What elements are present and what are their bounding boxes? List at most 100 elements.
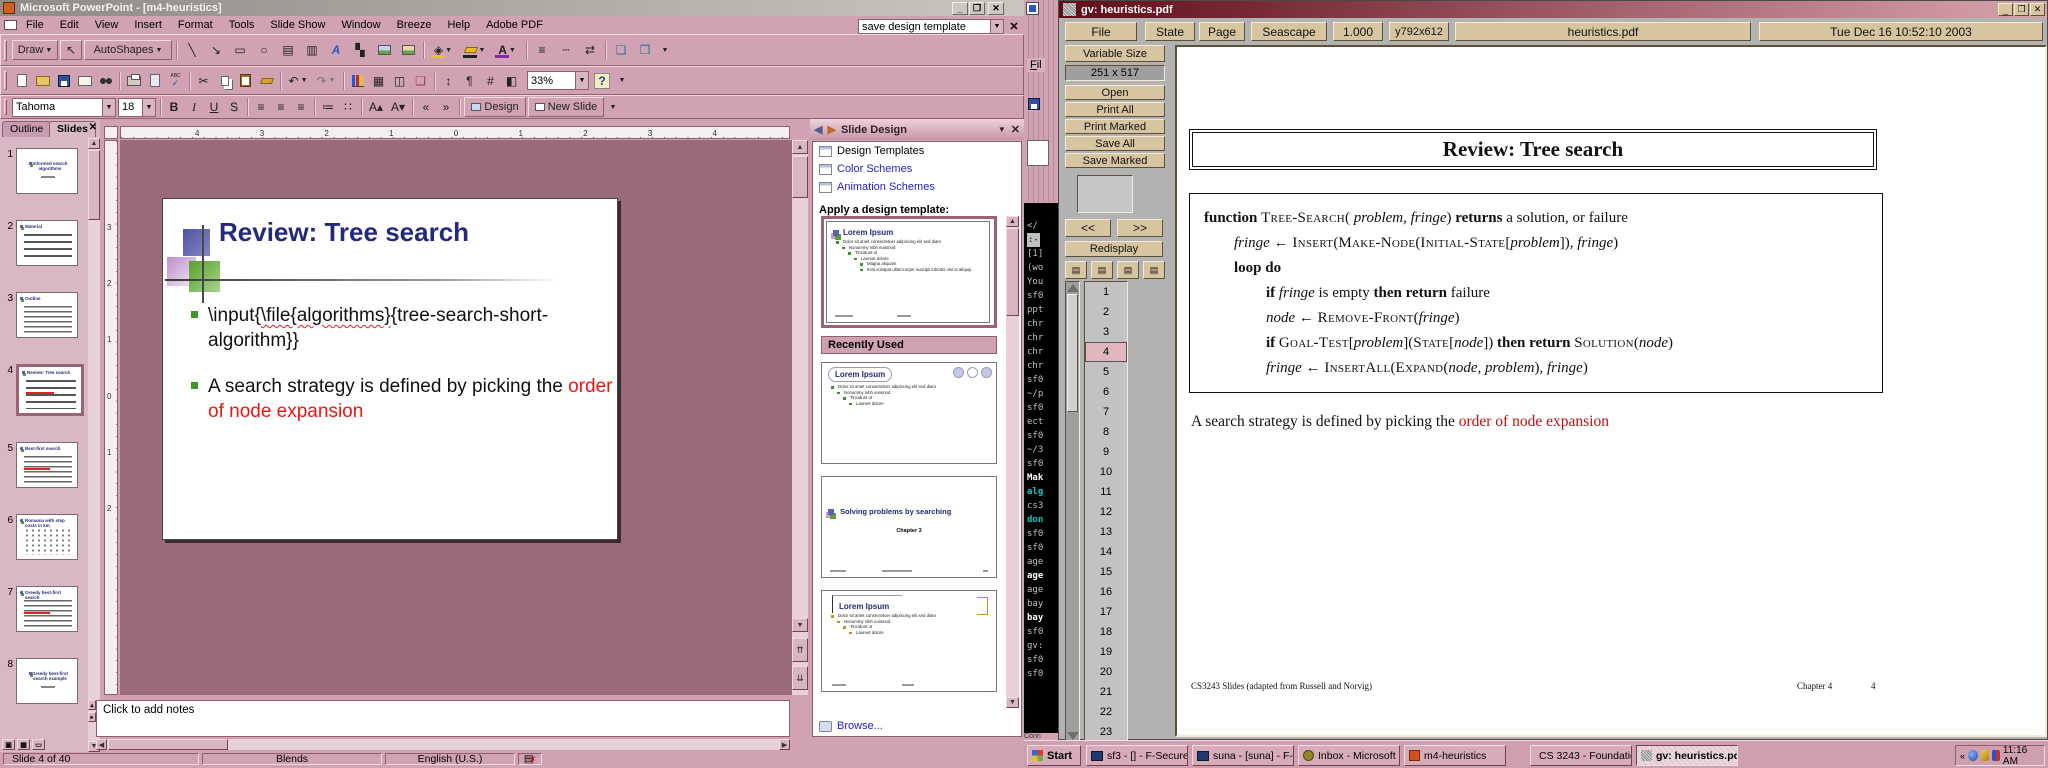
tab-outline[interactable]: Outline <box>2 121 51 137</box>
threed-style-icon[interactable]: ❒ <box>634 40 656 60</box>
slide-thumbnail-row[interactable]: 2 Material <box>2 220 87 266</box>
gv-page-number[interactable]: 9 <box>1085 442 1127 462</box>
minimize-button[interactable]: _ <box>1998 3 2013 16</box>
italic-button[interactable]: I <box>185 97 203 117</box>
slide-thumbnail[interactable]: Outline <box>16 292 78 338</box>
align-right-icon[interactable]: ≡ <box>292 97 310 117</box>
gv-page-number[interactable]: 2 <box>1085 302 1127 322</box>
minimize-button[interactable]: _ <box>952 2 968 15</box>
clipart-icon[interactable] <box>373 40 395 60</box>
design-button[interactable]: Design <box>464 97 526 117</box>
select-objects-button[interactable]: ↖ <box>60 40 82 60</box>
chevron-down-icon[interactable]: ▼ <box>102 99 115 116</box>
gv-page-number[interactable]: 4 <box>1085 342 1127 362</box>
toolbar-overflow-icon[interactable]: ▼ <box>658 40 670 60</box>
gv-filename-field[interactable]: heuristics.pdf <box>1455 22 1751 41</box>
template-preview-circles[interactable]: Lorem Ipsum Dolor sit amet consectetuer … <box>821 362 997 464</box>
new-slide-button[interactable]: New Slide <box>528 97 604 117</box>
slide-thumbnail[interactable]: Greedy best-first search example <box>16 658 78 704</box>
insert-chart-icon[interactable] <box>348 71 367 91</box>
grid-icon[interactable]: # <box>481 71 500 91</box>
gv-mark-icon-3[interactable]: ▤ <box>1117 261 1139 279</box>
gv-prev-button[interactable]: << <box>1065 219 1111 237</box>
tray-key-icon[interactable] <box>1992 750 2000 761</box>
menu-item[interactable]: Slide Show <box>263 17 332 33</box>
task-pane-nav-item[interactable]: Design Templates <box>813 142 1021 160</box>
slide-thumbnail-row[interactable]: 6 Romania with step costs in km <box>2 514 87 560</box>
gv-orientation-button[interactable]: Seascape <box>1251 22 1327 41</box>
insert-slide-from-file-icon[interactable]: ◫ <box>390 71 409 91</box>
align-left-icon[interactable]: ≡ <box>252 97 270 117</box>
gv-page-number[interactable]: 5 <box>1085 362 1127 382</box>
scroll-down-icon[interactable]: ▼ <box>1006 697 1019 708</box>
slide-thumbnail-row[interactable]: 8 Greedy best-first search example <box>2 658 87 704</box>
browse-label[interactable]: Browse... <box>837 720 883 732</box>
menu-item[interactable]: View <box>88 17 126 33</box>
chevron-down-icon[interactable]: ▼ <box>990 20 1003 33</box>
forward-icon[interactable]: ▶ <box>827 123 835 136</box>
scroll-down-icon[interactable]: ▼ <box>792 618 808 632</box>
redo-icon[interactable]: ↷▼ <box>313 71 339 91</box>
slide-title[interactable]: Review: Tree search <box>219 217 469 248</box>
decrease-font-size-icon[interactable]: A▾ <box>388 97 408 117</box>
insert-picture-icon[interactable] <box>397 40 419 60</box>
close-button[interactable]: ✕ <box>988 2 1004 15</box>
spelling-icon[interactable]: ABC✓ <box>166 71 185 91</box>
maximize-button[interactable]: ❐ <box>2014 3 2029 16</box>
increase-indent-icon[interactable]: » <box>437 97 455 117</box>
gv-page-button[interactable]: Page <box>1199 22 1245 41</box>
taskbar-button[interactable]: gv: heuristics.pdf <box>1636 745 1738 766</box>
oval-tool-icon[interactable]: ○ <box>253 40 275 60</box>
gv-page-number[interactable]: 23 <box>1085 722 1127 742</box>
taskbar-button[interactable]: suna - [suna] - F-Sec... <box>1192 745 1294 766</box>
copy-icon[interactable] <box>215 71 234 91</box>
show-formatting-icon[interactable]: ¶ <box>460 71 479 91</box>
line-tool-icon[interactable]: ╲ <box>181 40 203 60</box>
slide-thumbnail-row[interactable]: 4 Review: Tree search <box>2 364 87 416</box>
slide-thumbnail[interactable]: Review: Tree search <box>16 364 84 416</box>
undo-icon[interactable]: ↶▼ <box>285 71 311 91</box>
editor-vertical-scrollbar[interactable]: ▲ ▼ ⇈ ⇊ <box>792 140 808 695</box>
menu-item[interactable]: Adobe PDF <box>479 17 550 33</box>
gv-page-number[interactable]: 12 <box>1085 502 1127 522</box>
scroll-up-icon[interactable] <box>1067 284 1079 292</box>
gv-scale-button[interactable]: 1.000 <box>1333 22 1383 41</box>
line-style-icon[interactable]: ≡ <box>531 40 553 60</box>
gv-page-number[interactable]: 21 <box>1085 682 1127 702</box>
menu-item[interactable]: Help <box>440 17 477 33</box>
gv-save-all-button[interactable]: Save All <box>1065 136 1165 151</box>
tray-power-icon[interactable] <box>1981 750 1989 761</box>
font-color-icon[interactable]: A▼ <box>492 40 522 60</box>
scroll-up-icon[interactable]: ▲ <box>792 140 808 154</box>
menu-item[interactable]: Format <box>171 17 220 33</box>
menu-item[interactable]: Insert <box>127 17 169 33</box>
slide-thumbnail-row[interactable]: 7 Greedy best-first search <box>2 586 87 632</box>
gv-page-number[interactable]: 10 <box>1085 462 1127 482</box>
slide-thumbnail[interactable]: Greedy best-first search <box>16 586 78 632</box>
line-color-icon[interactable]: ▼ <box>460 40 490 60</box>
gv-page-number[interactable]: 7 <box>1085 402 1127 422</box>
bullets-icon[interactable]: ∷ <box>339 97 357 117</box>
slide-thumbnail[interactable]: Romania with step costs in km <box>16 514 78 560</box>
template-preview-blends[interactable]: Lorem Ipsum Dolor sit amet consectetuer … <box>826 221 990 323</box>
gv-print-all-button[interactable]: Print All <box>1065 102 1165 117</box>
bold-button[interactable]: B <box>165 97 183 117</box>
scrollbar-thumb[interactable] <box>792 156 808 198</box>
gv-document-frame[interactable]: Review: Tree search function Tree-Search… <box>1175 45 2047 737</box>
dash-style-icon[interactable]: ┄ <box>555 40 577 60</box>
diagram-icon[interactable]: ▚ <box>349 40 371 60</box>
slide-thumbnail[interactable]: Best-first search <box>16 442 78 488</box>
rectangle-tool-icon[interactable]: ▭ <box>229 40 251 60</box>
gv-page-number[interactable]: 13 <box>1085 522 1127 542</box>
gv-redisplay-button[interactable]: Redisplay <box>1065 241 1163 257</box>
gv-page-number[interactable]: 6 <box>1085 382 1127 402</box>
print-icon[interactable] <box>124 71 143 91</box>
splitter-up-icon[interactable]: ▴ <box>88 700 96 710</box>
ask-a-question-box[interactable]: save design template ▼ <box>858 19 1004 34</box>
chevron-down-icon[interactable]: ▼ <box>998 125 1006 134</box>
template-current[interactable]: Lorem Ipsum Dolor sit amet consectetuer … <box>821 216 997 328</box>
color-grayscale-icon[interactable]: ◧ <box>502 71 521 91</box>
gv-page-number[interactable]: 22 <box>1085 702 1127 722</box>
underline-button[interactable]: U <box>205 97 223 117</box>
gv-page-number[interactable]: 15 <box>1085 562 1127 582</box>
